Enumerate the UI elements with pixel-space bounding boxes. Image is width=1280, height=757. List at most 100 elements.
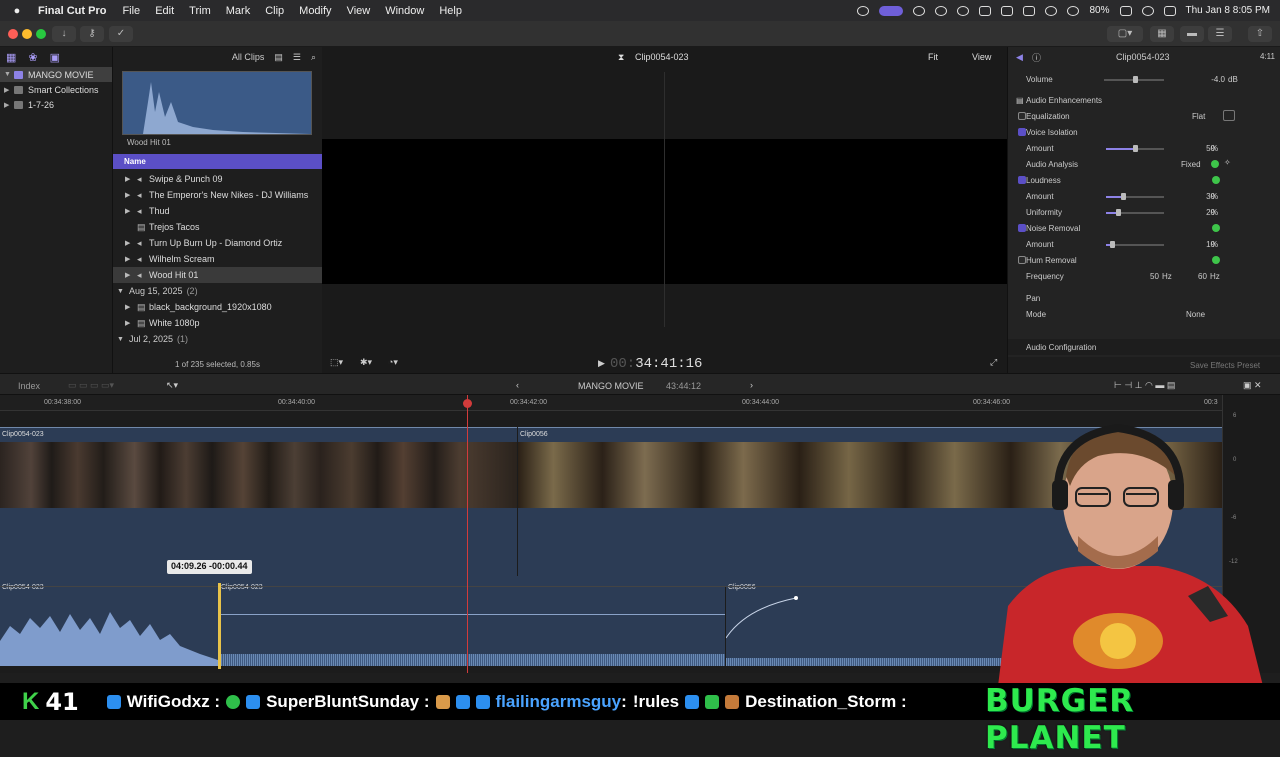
magic-wand-icon[interactable]: ✧ <box>1224 158 1231 167</box>
clock[interactable]: Thu Jan 8 8:05 PM <box>1186 5 1271 16</box>
info-icon[interactable]: ⓘ <box>1032 51 1041 64</box>
apple-icon[interactable]: ● <box>10 5 24 17</box>
zoom-icons[interactable]: ⊢ ⊣ ⊥ ◠ ▬ ▤ <box>1114 380 1175 391</box>
background-tasks-icon[interactable]: ✓ <box>109 26 133 42</box>
list-item[interactable]: ▶ ◂ Turn Up Burn Up - Diamond Ortiz <box>113 235 322 251</box>
list-item[interactable]: ▤ Trejos Tacos <box>113 219 322 235</box>
menu-file[interactable]: File <box>122 5 140 17</box>
date-group[interactable]: ▼ Aug 15, 2025 (2) <box>113 283 322 299</box>
filmstrip-waveform[interactable] <box>122 71 312 135</box>
menu-window[interactable]: Window <box>385 5 424 17</box>
import-icon[interactable]: ↓ <box>52 26 76 42</box>
browser-toggle-icon[interactable]: ▦ <box>1150 26 1174 42</box>
video-clip-a[interactable]: Clip0054-023 <box>0 427 517 587</box>
menu-edit[interactable]: Edit <box>155 5 174 17</box>
freq-50-radio[interactable]: 50 <box>1150 272 1159 281</box>
noise-amount-slider[interactable] <box>1106 241 1164 248</box>
playhead-handle[interactable] <box>463 399 472 408</box>
eq-preset-dropdown[interactable]: Flat <box>1192 112 1205 121</box>
bluetooth-icon[interactable] <box>1045 5 1058 16</box>
audio-enhancements-header[interactable]: ▤ Audio Enhancements <box>1008 92 1280 108</box>
list-item-selected[interactable]: ▶ ◂ Wood Hit 01 <box>113 267 322 283</box>
project-name[interactable]: MANGO MOVIE <box>578 381 644 391</box>
equalization-checkbox[interactable] <box>1018 112 1026 120</box>
trim-edge[interactable] <box>218 583 221 669</box>
edit-tools-icon[interactable]: ▭ ▭ ▭ ▭▾ <box>68 380 114 391</box>
workspace-icon[interactable]: ▢▾ <box>1107 26 1143 42</box>
list-item[interactable]: ▶ ▤ black_background_1920x1080 <box>113 299 322 315</box>
voice-isolation-checkbox[interactable] <box>1018 128 1026 136</box>
record-icon[interactable] <box>913 5 926 16</box>
share-icon[interactable]: ⇧ <box>1248 26 1272 42</box>
wifi-icon[interactable] <box>1067 5 1080 16</box>
pan-mode-dropdown[interactable]: None <box>1186 310 1205 319</box>
pan-header[interactable]: Pan <box>1008 290 1280 306</box>
smart-collections-item[interactable]: ▶ Smart Collections <box>0 82 112 97</box>
play-button[interactable]: ▶ <box>598 358 605 369</box>
menu-modify[interactable]: Modify <box>299 5 331 17</box>
filmstrip-icon[interactable]: ▤ <box>274 52 283 63</box>
eq-graph-icon[interactable] <box>1223 110 1235 121</box>
history-back-icon[interactable]: ‹ <box>516 380 519 390</box>
audio-configuration-header[interactable]: Audio Configuration <box>1008 339 1280 355</box>
date-group[interactable]: ▼ Jul 2, 2025 (1) <box>113 331 322 347</box>
name-column-header[interactable]: Name <box>113 154 322 169</box>
history-forward-icon[interactable]: › <box>750 380 753 390</box>
status-app-icon[interactable] <box>857 5 870 16</box>
enhance-icon[interactable]: ✱▾ <box>360 357 372 368</box>
keywords-icon[interactable]: ⚷ <box>80 26 104 42</box>
list-item[interactable]: ▶ ◂ The Emperor's New Nikes - DJ Williams <box>113 187 322 203</box>
search-icon[interactable] <box>1141 5 1154 16</box>
audio-clip-a-extended[interactable]: Clip0054-023 <box>219 576 725 666</box>
screen-share-icon[interactable] <box>879 5 904 16</box>
volume-line[interactable] <box>219 614 725 615</box>
list-item[interactable]: ▶ ▤ White 1080p <box>113 315 322 331</box>
zoom-window-button[interactable] <box>36 29 46 39</box>
fit-dropdown[interactable]: Fit <box>928 52 938 62</box>
loudness-checkbox[interactable] <box>1018 176 1026 184</box>
uniformity-slider[interactable] <box>1106 209 1164 216</box>
playhead[interactable] <box>467 395 468 673</box>
minimize-window-button[interactable] <box>22 29 32 39</box>
battery-icon[interactable] <box>1119 5 1132 16</box>
menu-help[interactable]: Help <box>439 5 462 17</box>
vi-amount-slider[interactable] <box>1106 145 1164 152</box>
library-item[interactable]: ▼ MANGO MOVIE <box>0 67 112 82</box>
index-button[interactable]: Index <box>18 381 40 391</box>
list-item[interactable]: ▶ ◂ Wilhelm Scream <box>113 251 322 267</box>
app-menu[interactable]: Final Cut Pro <box>38 5 106 17</box>
event-item[interactable]: ▶ 1-7-26 <box>0 97 112 112</box>
save-effects-preset-button[interactable]: Save Effects Preset <box>1190 361 1260 370</box>
clip-filter-dropdown[interactable]: All Clips <box>232 52 265 62</box>
menu-mark[interactable]: Mark <box>226 5 250 17</box>
hum-removal-checkbox[interactable] <box>1018 256 1026 264</box>
menu-trim[interactable]: Trim <box>189 5 211 17</box>
list-item[interactable]: ▶ ◂ Swipe & Punch 09 <box>113 171 322 187</box>
search-icon[interactable]: ⌕ <box>311 52 316 63</box>
view-dropdown[interactable]: View <box>972 52 991 62</box>
fullscreen-icon[interactable]: ⤢ <box>990 357 997 368</box>
keyboard-icon[interactable] <box>1001 5 1014 16</box>
transform-icon[interactable]: ⬚▾ <box>330 357 343 368</box>
volume-slider[interactable] <box>1104 76 1164 83</box>
libraries-icon[interactable]: ▦ <box>6 51 16 64</box>
loudness-amount-slider[interactable] <box>1106 193 1164 200</box>
freq-60-radio[interactable]: 60 <box>1198 272 1207 281</box>
photos-icon[interactable]: ❀ <box>28 51 37 64</box>
noise-removal-checkbox[interactable] <box>1018 224 1026 232</box>
list-view-icon[interactable]: ☰ <box>293 52 301 63</box>
clip-appearance-icon[interactable]: ▣ ✕ <box>1243 380 1262 391</box>
speed-icon[interactable]: ◔▾ <box>388 357 398 368</box>
volume-icon[interactable] <box>979 5 992 16</box>
audio-inspector-icon[interactable]: ◀ <box>1016 52 1023 63</box>
menu-clip[interactable]: Clip <box>265 5 284 17</box>
inspector-toggle-icon[interactable]: ☰ <box>1208 26 1232 42</box>
timeline-ruler[interactable]: 00:34:38:00 00:34:40:00 00:34:42:00 00:3… <box>0 395 1222 411</box>
close-window-button[interactable] <box>8 29 18 39</box>
menu-view[interactable]: View <box>347 5 371 17</box>
control-center-icon[interactable] <box>1163 5 1176 16</box>
display-icon[interactable] <box>1023 5 1036 16</box>
timeline-toggle-icon[interactable]: ▬ <box>1180 26 1204 42</box>
select-tool-icon[interactable]: ↖▾ <box>166 380 178 391</box>
list-item[interactable]: ▶ ◂ Thud <box>113 203 322 219</box>
